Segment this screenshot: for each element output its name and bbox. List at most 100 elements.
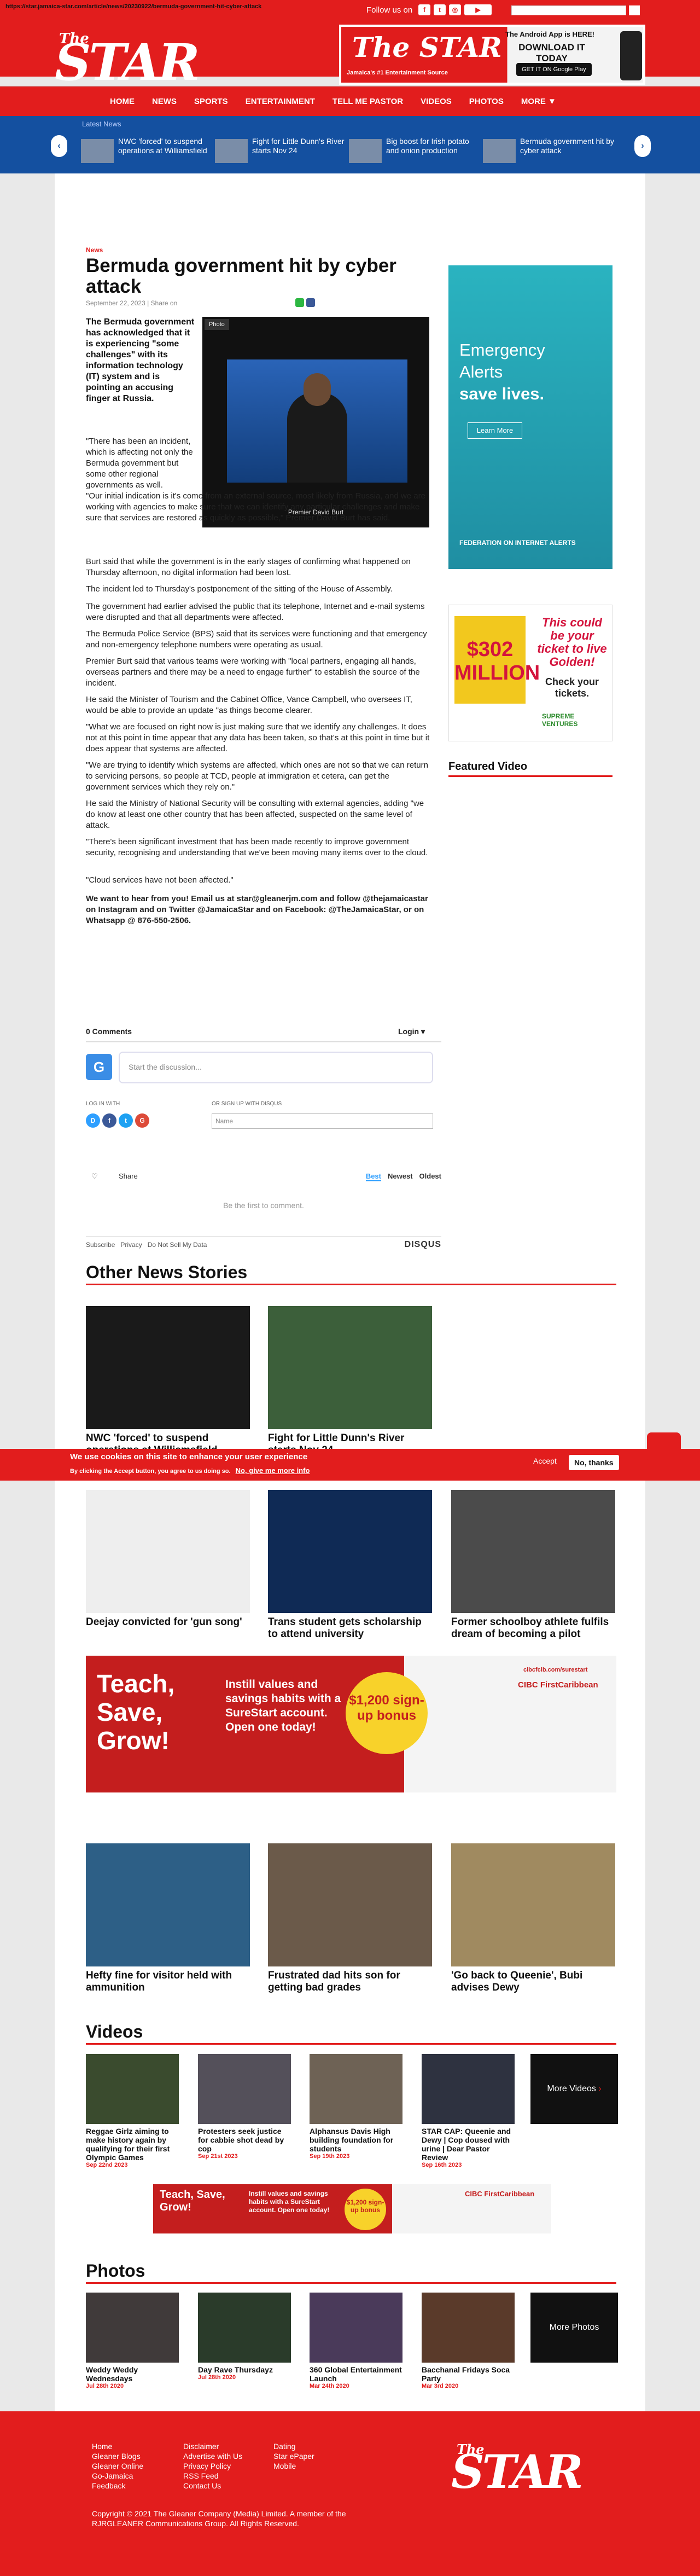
nav-item-entertainment[interactable]: ENTERTAINMENT	[237, 87, 324, 117]
disqus-login-icon[interactable]: D	[86, 1113, 100, 1128]
article-category[interactable]: News	[86, 246, 103, 254]
search-input[interactable]	[511, 5, 626, 15]
news-card[interactable]: Frustrated dad hits son for getting bad …	[268, 1843, 432, 1994]
ticker-item[interactable]: Fight for Little Dunn's River starts Nov…	[215, 137, 352, 166]
sort-oldest[interactable]: Oldest	[419, 1172, 441, 1181]
photo-card[interactable]: Bacchanal Fridays Soca Party Mar 3rd 202…	[422, 2293, 515, 2389]
news-card-image	[268, 1306, 432, 1429]
footer-link[interactable]: Gleaner Blogs	[92, 2451, 143, 2461]
news-card[interactable]: NWC 'forced' to suspend operations at Wi…	[86, 1306, 250, 1457]
footer-link[interactable]: Home	[92, 2441, 143, 2451]
photo-tab[interactable]: Photo	[205, 319, 229, 330]
site-footer: Home Gleaner Blogs Gleaner Online Go-Jam…	[0, 2411, 700, 2576]
footer-link[interactable]: Go-Jamaica	[92, 2471, 143, 2481]
more-videos-label: More Videos	[547, 2084, 596, 2093]
nav-item-news[interactable]: NEWS	[143, 87, 185, 117]
footer-link[interactable]: Privacy Policy	[183, 2461, 242, 2471]
google-login-icon[interactable]: G	[135, 1113, 149, 1128]
more-photos-button[interactable]: More Photos	[530, 2293, 618, 2363]
instagram-icon[interactable]: ◎	[449, 4, 461, 15]
nav-item-sports[interactable]: SPORTS	[185, 87, 237, 117]
app-ad-banner[interactable]: The STAR Jamaica's #1 Entertainment Sour…	[339, 25, 645, 85]
facebook-icon[interactable]: f	[418, 4, 430, 15]
footer-link[interactable]: Advertise with Us	[183, 2451, 242, 2461]
share-button[interactable]: Share	[119, 1172, 138, 1180]
lottery-ad[interactable]: $302 MILLION This could be your ticket t…	[448, 605, 612, 741]
cibc-ad-large[interactable]: Teach, Save, Grow! Instill values and sa…	[86, 1656, 616, 1792]
guest-avatar: G	[86, 1054, 112, 1080]
no-thanks-button[interactable]: No, thanks	[569, 1455, 619, 1470]
name-input[interactable]: Name	[212, 1113, 433, 1129]
login-button[interactable]: Login ▾	[398, 1027, 425, 1036]
news-card-image	[268, 1843, 432, 1966]
twitter-login-icon[interactable]: t	[119, 1113, 133, 1128]
news-card[interactable]: Deejay convicted for 'gun song'	[86, 1490, 250, 1628]
nav-item-home[interactable]: HOME	[101, 87, 143, 117]
news-card[interactable]: Fight for Little Dunn's River starts Nov…	[268, 1306, 432, 1457]
footer-link[interactable]: Star ePaper	[273, 2451, 314, 2461]
article-lede: The Bermuda government has acknowledged …	[86, 317, 195, 403]
news-card[interactable]: Hefty fine for visitor held with ammunit…	[86, 1843, 250, 1994]
footer-link[interactable]: RSS Feed	[183, 2471, 242, 2481]
nav-item-videos[interactable]: VIDEOS	[412, 87, 460, 117]
footer-link[interactable]: Contact Us	[183, 2481, 242, 2491]
whatsapp-icon[interactable]	[295, 298, 304, 307]
ticker-item[interactable]: Big boost for Irish potato and onion pro…	[349, 137, 486, 166]
video-card[interactable]: Reggae Girlz aiming to make history agai…	[86, 2054, 179, 2168]
ticker-item-title: Fight for Little Dunn's River starts Nov…	[252, 137, 345, 155]
cibc-ad-small[interactable]: Teach, Save, Grow! Instill values and sa…	[153, 2184, 551, 2233]
ticker-prev-icon[interactable]: ‹	[51, 135, 67, 157]
news-card-image	[86, 1843, 250, 1966]
news-card-image	[86, 1306, 250, 1429]
sort-best[interactable]: Best	[365, 1172, 381, 1181]
ticker-item[interactable]: Bermuda government hit by cyber attack	[483, 137, 620, 166]
photo-card[interactable]: Weddy Weddy Wednesdays Jul 28th 2020	[86, 2293, 179, 2389]
news-card[interactable]: Former schoolboy athlete fulfils dream o…	[451, 1490, 615, 1640]
nav-item-photos[interactable]: PHOTOS	[460, 87, 512, 117]
ticker-item[interactable]: NWC 'forced' to suspend operations at Wi…	[81, 137, 218, 166]
feedback-float-button[interactable]	[647, 1432, 681, 1463]
search-icon[interactable]	[629, 5, 640, 15]
cibc-teach: Teach, Save, Grow!	[97, 1669, 175, 1755]
privacy-link[interactable]: Privacy	[120, 1241, 142, 1249]
video-card[interactable]: Protesters seek justice for cabbie shot …	[198, 2054, 291, 2160]
sort-newest[interactable]: Newest	[388, 1172, 413, 1181]
facebook-login-icon[interactable]: f	[102, 1113, 116, 1128]
nav-item-more[interactable]: MORE ▼	[512, 87, 565, 117]
subscribe-link[interactable]: Subscribe	[86, 1241, 115, 1249]
news-card[interactable]: Trans student gets scholarship to attend…	[268, 1490, 432, 1640]
ticker-next-icon[interactable]: ›	[634, 135, 651, 157]
facebook-share-icon[interactable]	[306, 298, 315, 307]
twitter-icon[interactable]: t	[434, 4, 446, 15]
youtube-icon[interactable]: ▶	[464, 4, 492, 15]
footer-link[interactable]: Disclaimer	[183, 2441, 242, 2451]
heart-icon[interactable]: ♡	[91, 1172, 98, 1181]
video-card[interactable]: Alphansus Davis High building foundation…	[310, 2054, 402, 2160]
emergency-alerts-ad[interactable]: Emergency Alerts save lives. Learn More …	[448, 265, 612, 569]
disqus-logo[interactable]: DISQUS	[405, 1240, 441, 1250]
news-card-image	[451, 1843, 615, 1966]
do-not-sell-link[interactable]: Do Not Sell My Data	[148, 1241, 207, 1249]
google-play-badge[interactable]: GET IT ON Google Play	[516, 63, 592, 76]
comment-input[interactable]: Start the discussion...	[119, 1052, 433, 1083]
news-card[interactable]: 'Go back to Queenie', Bubi advises Dewy	[451, 1843, 615, 1994]
learn-more-button[interactable]: Learn More	[468, 422, 522, 439]
photo-card[interactable]: 360 Global Entertainment Launch Mar 24th…	[310, 2293, 402, 2389]
footer-link[interactable]: Mobile	[273, 2461, 314, 2471]
footer-link[interactable]: Feedback	[92, 2481, 143, 2491]
footer-link[interactable]: Gleaner Online	[92, 2461, 143, 2471]
photo-date: Mar 24th 2020	[310, 2383, 349, 2389]
photo-card[interactable]: Day Rave Thursdayz Jul 28th 2020	[198, 2293, 291, 2381]
site-logo[interactable]: The STAR	[55, 21, 219, 92]
nav-item-tell-me-pastor[interactable]: TELL ME PASTOR	[324, 87, 412, 117]
ad1-line2: Alerts	[459, 362, 503, 381]
footer-link[interactable]: Dating	[273, 2441, 314, 2451]
cookie-more-info-link[interactable]: No, give me more info	[236, 1466, 310, 1475]
more-videos-button[interactable]: More Videos ›	[530, 2054, 618, 2124]
sort-options: Best Newest Oldest	[365, 1172, 441, 1181]
ticker-thumb	[483, 139, 516, 163]
video-card[interactable]: STAR CAP: Queenie and Dewy | Cop doused …	[422, 2054, 515, 2168]
footer-col-2: Disclaimer Advertise with Us Privacy Pol…	[183, 2441, 242, 2491]
video-thumb	[422, 2054, 515, 2124]
accept-button[interactable]: Accept	[533, 1457, 557, 1465]
